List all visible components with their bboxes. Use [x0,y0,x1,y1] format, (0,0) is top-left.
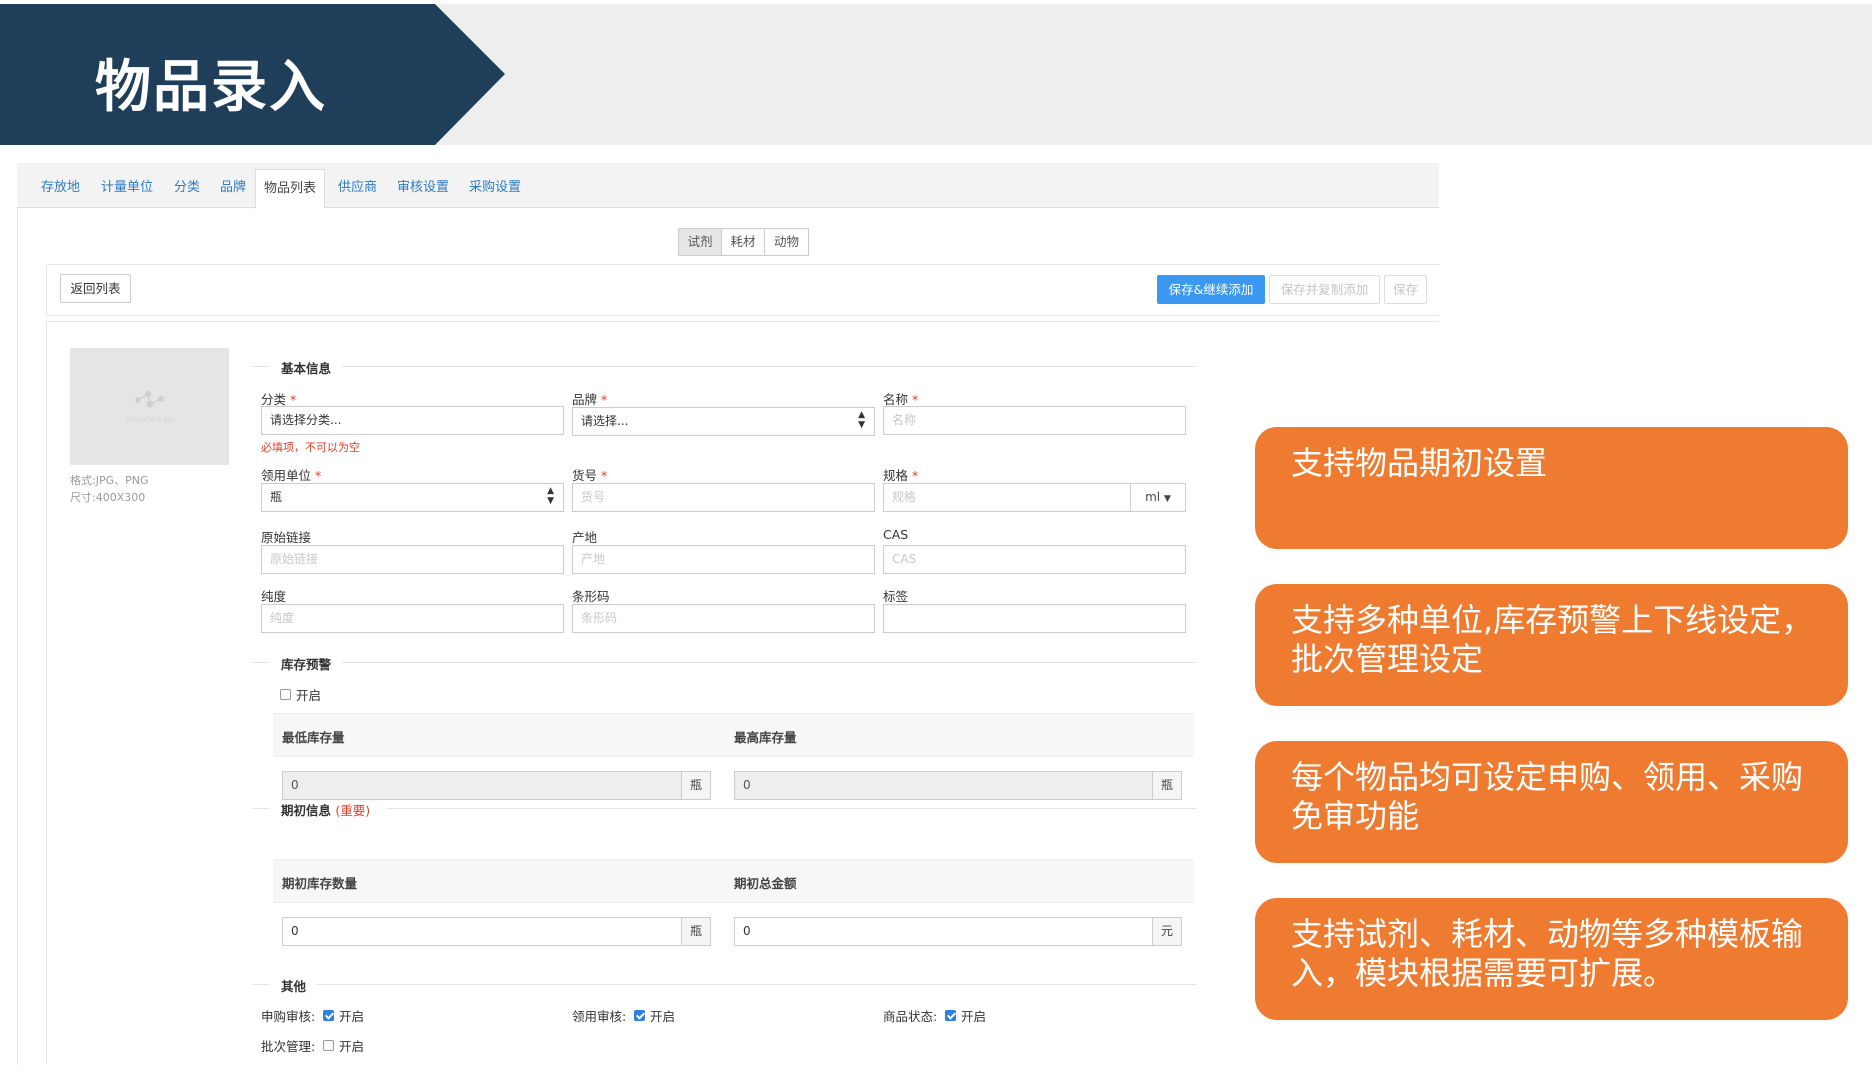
save-continue-button[interactable]: 保存&继续添加 [1157,275,1265,304]
product-status-opt: 开启 [961,1009,987,1024]
initial-qty-label: 期初库存数量 [282,876,358,891]
unit-select-value: 瓶 [270,490,283,504]
brand-select-value: 请选择... [581,414,629,428]
caret-down-icon: ▼ [1163,494,1171,504]
panel-border [17,163,18,1065]
image-size-hint: 尺寸:400X300 [70,491,146,504]
slide-title-banner: 物品录入 [0,4,505,145]
purchase-audit-checkbox[interactable] [323,1010,334,1021]
name-field[interactable]: 名称 [883,406,1186,435]
initial-amount-unit: 元 [1152,917,1182,946]
barcode-field[interactable]: 条形码 [572,604,875,633]
max-stock-label: 最高库存量 [734,730,797,745]
tab-storage[interactable]: 存放地 [41,176,80,195]
purchase-audit-label: 申购审核: [261,1009,316,1024]
tab-brand[interactable]: 品牌 [220,176,246,195]
source-link-field[interactable]: 原始链接 [261,545,564,574]
unit-label: 领用单位 * [261,468,322,483]
spec-label: 规格 * [883,468,919,483]
section-rule [342,662,1196,663]
save-copy-button[interactable]: 保存并复制添加 [1269,275,1380,304]
select-arrows-icon: ▲ ▼ [547,486,554,506]
purity-field[interactable]: 纯度 [261,604,564,633]
type-animal-button[interactable]: 动物 [765,229,808,255]
tags-label: 标签 [883,589,909,604]
item-image-upload[interactable]: SmarterLab [70,348,229,465]
category-error: 必填项，不可以为空 [261,441,360,454]
tab-item-list[interactable]: 物品列表 [255,169,326,209]
cas-field[interactable]: CAS [883,545,1186,574]
brand-label: 品牌 * [572,392,608,407]
category-placeholder-text: 请选择分类... [270,413,342,427]
section-initial-info: 期初信息 (重要) [281,803,371,818]
brand-select[interactable]: 请选择... ▲ ▼ [572,407,875,436]
initial-qty-field[interactable]: 0 [282,917,682,946]
max-stock-field[interactable]: 0 [734,771,1153,800]
type-consumable-button[interactable]: 耗材 [722,229,765,255]
initial-amount-label: 期初总金额 [734,876,797,891]
section-rule [317,984,1196,985]
settings-tabbar: 存放地 计量单位 分类 品牌 物品列表 供应商 审核设置 采购设置 [17,163,1439,209]
tab-units[interactable]: 计量单位 [101,176,153,195]
spec-unit-value: ml [1145,490,1161,504]
tags-field[interactable] [883,604,1186,633]
section-stock-alert: 库存预警 [281,657,332,672]
min-stock-label: 最低库存量 [282,730,345,745]
source-link-label: 原始链接 [261,530,312,545]
barcode-label: 条形码 [572,589,610,604]
initial-qty-unit: 瓶 [681,917,711,946]
batch-mgmt-opt: 开启 [339,1039,365,1054]
callout-templates: 支持试剂、耗材、动物等多种模板输入，模块根据需要可扩展。 [1255,898,1848,1020]
tab-purchase-settings[interactable]: 采购设置 [469,176,521,195]
product-status-checkbox[interactable] [945,1010,956,1021]
unit-select[interactable]: 瓶 ▲ ▼ [261,483,564,512]
tab-supplier[interactable]: 供应商 [338,176,377,195]
spec-unit-dropdown[interactable]: ml ▼ [1130,483,1186,512]
sku-field[interactable]: 货号 [572,483,875,512]
image-format-hint: 格式:JPG、PNG [70,474,149,487]
use-audit-label: 领用审核: [572,1009,627,1024]
callout-initial-setup: 支持物品期初设置 [1255,427,1848,549]
tab-audit-settings[interactable]: 审核设置 [397,176,449,195]
spec-field[interactable]: 规格 [883,483,1131,512]
section-other: 其他 [281,979,307,994]
section-rule [387,808,1196,809]
type-reagent-button[interactable]: 试剂 [679,229,722,255]
max-stock-unit: 瓶 [1152,771,1182,800]
select-arrows-icon: ▲ ▼ [858,410,865,430]
cas-label: CAS [883,527,909,542]
item-entry-app: 存放地 计量单位 分类 品牌 物品列表 供应商 审核设置 采购设置 试剂 耗材 … [17,163,1439,1065]
stock-alert-enable-label: 开启 [296,688,322,703]
tab-category[interactable]: 分类 [174,176,200,195]
back-to-list-button[interactable]: 返回列表 [60,274,131,303]
use-audit-opt: 开启 [650,1009,676,1024]
origin-field[interactable]: 产地 [572,545,875,574]
use-audit-checkbox[interactable] [634,1010,645,1021]
smarterlab-logo-icon [135,391,164,408]
section-rule [253,808,269,809]
section-rule [342,366,1196,367]
callout-audit-free: 每个物品均可设定申购、领用、采购免审功能 [1255,741,1848,863]
product-status-label: 商品状态: [883,1009,938,1024]
stock-alert-checkbox[interactable] [280,689,291,700]
origin-label: 产地 [572,530,598,545]
batch-mgmt-checkbox[interactable] [323,1040,334,1051]
min-stock-field[interactable]: 0 [282,771,682,800]
important-note: (重要) [335,803,371,818]
section-rule [253,662,269,663]
section-basic-info: 基本信息 [281,361,332,376]
save-button[interactable]: 保存 [1384,275,1427,304]
purchase-audit-opt: 开启 [339,1009,365,1024]
section-rule [253,984,269,985]
callout-units-alert: 支持多种单位,库存预警上下线设定，批次管理设定 [1255,584,1848,706]
batch-mgmt-label: 批次管理: [261,1039,316,1054]
item-type-switch: 试剂 耗材 动物 [678,228,809,256]
min-stock-unit: 瓶 [681,771,711,800]
section-rule [253,366,269,367]
initial-amount-field[interactable]: 0 [734,917,1153,946]
purity-label: 纯度 [261,589,287,604]
logo-text: SmarterLab [126,415,173,424]
slide-title: 物品录入 [95,55,327,120]
sku-label: 货号 * [572,468,608,483]
